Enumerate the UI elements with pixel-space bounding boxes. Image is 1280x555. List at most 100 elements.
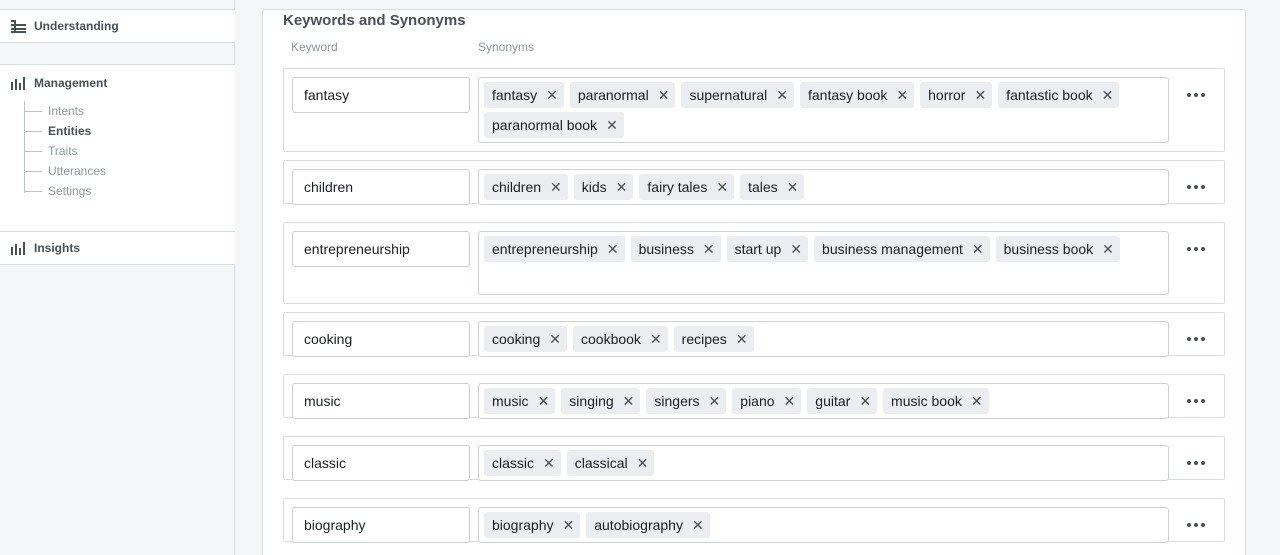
synonym-tag: guitar ✕ — [807, 388, 878, 414]
dot — [1194, 93, 1198, 97]
keyword-row: biography ✕ autobiography ✕ — [283, 498, 1225, 543]
more-options-icon[interactable] — [1184, 392, 1208, 410]
dot — [1194, 337, 1198, 341]
remove-tag-icon[interactable]: ✕ — [859, 394, 871, 408]
remove-tag-icon[interactable]: ✕ — [606, 118, 618, 132]
remove-tag-icon[interactable]: ✕ — [607, 242, 619, 256]
synonyms-input[interactable]: music ✕ singing ✕ singers ✕ piano ✕ guitar ✕ music… — [478, 383, 1169, 419]
remove-tag-icon[interactable]: ✕ — [658, 88, 670, 102]
dot — [1194, 461, 1198, 465]
remove-tag-icon[interactable]: ✕ — [563, 518, 575, 532]
sidebar-item-understanding[interactable]: Understanding — [11, 19, 119, 33]
synonym-tag-label: autobiography — [594, 517, 683, 533]
remove-tag-icon[interactable]: ✕ — [896, 88, 908, 102]
keyword-input[interactable] — [292, 169, 470, 205]
synonym-tag: supernatural ✕ — [681, 82, 794, 108]
keyword-row: music✕singing✕singers✕piano✕guitar✕music… — [283, 374, 1225, 419]
keyword-input[interactable] — [292, 507, 470, 543]
dot — [1201, 523, 1205, 527]
sidebar-item-management[interactable]: Management — [11, 76, 107, 90]
remove-tag-icon[interactable]: ✕ — [623, 394, 635, 408]
sidebar-section-insights: Insights — [0, 231, 235, 265]
remove-tag-icon[interactable]: ✕ — [784, 394, 796, 408]
synonym-tag-label: singing — [569, 393, 614, 409]
remove-tag-icon[interactable]: ✕ — [972, 242, 984, 256]
more-options-icon[interactable] — [1184, 454, 1208, 472]
synonym-tag-label: cookbook — [581, 331, 641, 347]
synonym-tag-label: fantasy — [492, 87, 538, 103]
synonym-tag: singers ✕ — [646, 388, 727, 414]
synonym-tag: music ✕ — [484, 388, 556, 414]
synonyms-input[interactable]: fantasy ✕ paranormal ✕ supernatural ✕ fantasy … — [478, 77, 1169, 143]
synonym-tag: business book ✕ — [995, 236, 1120, 262]
sidebar-item-utterances[interactable]: Utterances — [22, 161, 202, 181]
remove-tag-icon[interactable]: ✕ — [546, 88, 558, 102]
remove-tag-icon[interactable]: ✕ — [716, 180, 728, 194]
remove-tag-icon[interactable]: ✕ — [538, 394, 550, 408]
synonym-tag-label: music book — [891, 393, 962, 409]
remove-tag-icon[interactable]: ✕ — [1102, 242, 1114, 256]
synonym-tag: entrepreneurship ✕ — [484, 236, 625, 262]
synonym-tag-label: singers — [654, 393, 700, 409]
synonyms-input[interactable]: biography ✕ autobiography ✕ — [478, 507, 1169, 543]
sidebar-item-label: Insights — [34, 241, 81, 255]
synonym-tag: piano ✕ — [732, 388, 802, 414]
sidebar-item-entities[interactable]: Entities — [22, 121, 202, 141]
remove-tag-icon[interactable]: ✕ — [736, 332, 748, 346]
remove-tag-icon[interactable]: ✕ — [543, 456, 555, 470]
remove-tag-icon[interactable]: ✕ — [1102, 88, 1114, 102]
keyword-input[interactable] — [292, 321, 470, 357]
keyword-row: cooking ✕ cookbook ✕ recipes ✕ — [283, 312, 1225, 357]
remove-tag-icon[interactable]: ✕ — [974, 88, 986, 102]
dot — [1201, 399, 1205, 403]
more-options-icon[interactable] — [1184, 516, 1208, 534]
synonym-tag-label: piano — [740, 393, 775, 409]
synonyms-input[interactable]: classic ✕ classical ✕ — [478, 445, 1169, 481]
remove-tag-icon[interactable]: ✕ — [776, 88, 788, 102]
synonym-tag: biography ✕ — [484, 512, 581, 538]
keyword-input[interactable] — [292, 77, 470, 113]
synonym-tag-label: business management — [822, 241, 963, 257]
more-options-icon[interactable] — [1184, 330, 1208, 348]
synonym-tag: tales ✕ — [740, 174, 805, 200]
dot — [1187, 93, 1191, 97]
sidebar-item-insights[interactable]: Insights — [11, 241, 80, 255]
remove-tag-icon[interactable]: ✕ — [550, 180, 562, 194]
synonym-tag: classical ✕ — [566, 450, 655, 476]
sidebar-item-settings[interactable]: Settings — [22, 181, 202, 201]
remove-tag-icon[interactable]: ✕ — [549, 332, 561, 346]
remove-tag-icon[interactable]: ✕ — [709, 394, 721, 408]
keywords-panel: Keywords and Synonyms Keyword Synonyms f… — [262, 9, 1246, 555]
remove-tag-icon[interactable]: ✕ — [787, 180, 799, 194]
synonym-tag: cooking ✕ — [484, 326, 567, 352]
synonym-tag: business management ✕ — [814, 236, 990, 262]
sidebar-section-management: Management Intents Entities Traits Utter… — [0, 64, 235, 232]
synonym-tag-label: cooking — [492, 331, 541, 347]
synonym-tag-label: classic — [492, 455, 535, 471]
dot — [1187, 337, 1191, 341]
remove-tag-icon[interactable]: ✕ — [790, 242, 802, 256]
sidebar-item-intents[interactable]: Intents — [22, 101, 202, 121]
synonym-tag: recipes ✕ — [673, 326, 754, 352]
synonyms-input[interactable]: entrepreneurship ✕ business ✕ start up ✕ busin… — [478, 231, 1169, 295]
remove-tag-icon[interactable]: ✕ — [971, 394, 983, 408]
synonyms-input[interactable]: children ✕ kids ✕ fairy tales ✕ tales ✕ — [478, 169, 1169, 205]
keyword-input[interactable] — [292, 383, 470, 419]
remove-tag-icon[interactable]: ✕ — [692, 518, 704, 532]
remove-tag-icon[interactable]: ✕ — [637, 456, 649, 470]
keyword-row: fantasy✕paranormal✕supernatural✕fantasy … — [283, 68, 1225, 152]
synonym-tag: children ✕ — [484, 174, 568, 200]
remove-tag-icon[interactable]: ✕ — [650, 332, 662, 346]
synonyms-input[interactable]: cooking ✕ cookbook ✕ recipes ✕ — [478, 321, 1169, 357]
more-options-icon[interactable] — [1184, 178, 1208, 196]
synonyms-column-header: Synonyms — [478, 40, 535, 54]
keyword-input[interactable] — [292, 445, 470, 481]
synonym-tag: cookbook ✕ — [573, 326, 668, 352]
keyword-input[interactable] — [292, 231, 470, 267]
more-options-icon[interactable] — [1184, 240, 1208, 258]
more-options-icon[interactable] — [1184, 86, 1208, 104]
dot — [1201, 247, 1205, 251]
remove-tag-icon[interactable]: ✕ — [703, 242, 715, 256]
sidebar-item-traits[interactable]: Traits — [22, 141, 202, 161]
remove-tag-icon[interactable]: ✕ — [616, 180, 628, 194]
